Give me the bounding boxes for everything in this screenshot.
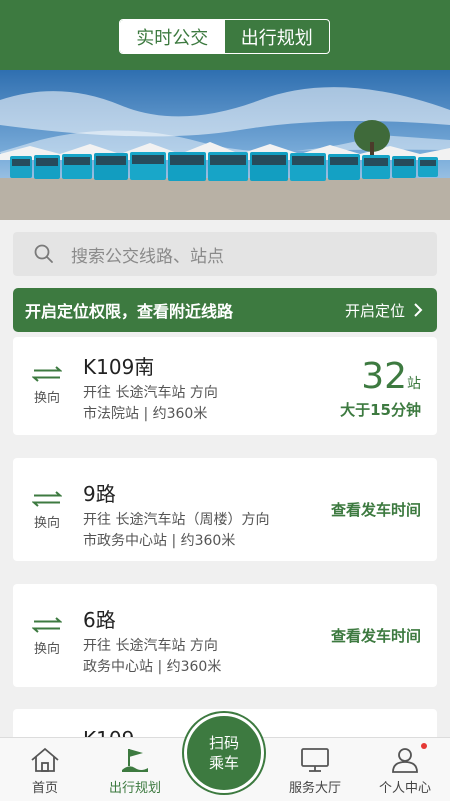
tab-label: 首页: [31, 781, 58, 796]
stop-distance: 市法院站 | 约360米: [83, 406, 208, 422]
view-departure-times-button[interactable]: 查看发车时间: [331, 499, 421, 520]
home-icon: [31, 747, 59, 772]
view-departure-times-button[interactable]: 查看发车时间: [331, 625, 421, 646]
switch-label: 换向: [33, 642, 60, 657]
route-name: 9路: [83, 482, 116, 506]
monitor-icon: [301, 748, 329, 772]
notification-badge: [421, 743, 427, 749]
route-card[interactable]: 换向 K109南 开往 长途汽车站 方向 市法院站 | 约360米 32站 大于…: [13, 337, 437, 435]
search-icon: [34, 244, 53, 263]
direction-line: 开往 长途汽车站 方向: [83, 385, 218, 401]
eta-stops-count: 32: [361, 356, 407, 397]
tab-service-hall[interactable]: 服务大厅: [270, 738, 360, 801]
eta-stops-unit: 站: [407, 376, 421, 392]
tab-personal-center[interactable]: 个人中心: [360, 738, 450, 801]
tab-trip-planning[interactable]: 出行规划: [225, 20, 330, 53]
tab-label: 服务大厅: [288, 781, 341, 796]
route-direction: 开往 长途汽车站（周楼）方向 市政务中心站 | 约360米: [83, 510, 269, 552]
switch-direction-button[interactable]: 换向: [31, 616, 63, 657]
tab-label: 出行规划: [108, 781, 161, 796]
scan-label-line2: 乘车: [208, 754, 239, 772]
banner-image[interactable]: [0, 70, 450, 220]
tab-home[interactable]: 首页: [0, 738, 90, 801]
switch-arrows-icon: [32, 366, 62, 382]
stop-distance: 市政务中心站 | 约360米: [83, 533, 236, 549]
direction-line: 开往 长途汽车站（周楼）方向: [83, 512, 270, 528]
scan-label-line1: 扫码: [208, 734, 239, 752]
switch-arrows-icon: [32, 491, 62, 507]
scan-to-ride-button[interactable]: 扫码 乘车: [184, 713, 264, 793]
switch-label: 换向: [33, 391, 60, 406]
switch-direction-button[interactable]: 换向: [31, 365, 63, 406]
eta-time: 大于15分钟: [340, 401, 421, 419]
tab-realtime-bus[interactable]: 实时公交: [120, 20, 225, 53]
location-permission-banner[interactable]: 开启定位权限，查看附近线路 开启定位: [13, 288, 437, 332]
route-direction: 开往 长途汽车站 方向 政务中心站 | 约360米: [83, 636, 221, 678]
mode-switch: 实时公交 出行规划: [119, 19, 330, 54]
top-header: 实时公交 出行规划: [0, 0, 450, 70]
direction-line: 开往 长途汽车站 方向: [83, 638, 218, 654]
tab-trip-planning[interactable]: 出行规划: [90, 738, 180, 801]
user-icon: [392, 748, 418, 773]
enable-location-button[interactable]: 开启定位: [345, 300, 405, 321]
route-direction: 开往 长途汽车站 方向 市法院站 | 约360米: [83, 383, 218, 425]
tab-label: 个人中心: [378, 781, 431, 796]
stop-distance: 政务中心站 | 约360米: [83, 659, 222, 675]
route-card[interactable]: 换向 6路 开往 长途汽车站 方向 政务中心站 | 约360米 查看发车时间: [13, 584, 437, 687]
route-name: K109南: [83, 355, 155, 379]
switch-direction-button[interactable]: 换向: [31, 490, 63, 531]
route-name: 6路: [83, 608, 116, 632]
route-card[interactable]: 换向 9路 开往 长途汽车站（周楼）方向 市政务中心站 | 约360米 查看发车…: [13, 458, 437, 561]
chevron-right-icon: [414, 303, 423, 317]
search-placeholder: 搜索公交线路、站点: [71, 246, 224, 267]
search-bar[interactable]: 搜索公交线路、站点: [13, 232, 437, 276]
eta-block: 32站 大于15分钟: [340, 357, 421, 420]
switch-arrows-icon: [32, 617, 62, 633]
switch-label: 换向: [33, 516, 60, 531]
route-flag-icon: [122, 749, 148, 772]
location-prompt-text: 开启定位权限，查看附近线路: [25, 302, 234, 321]
